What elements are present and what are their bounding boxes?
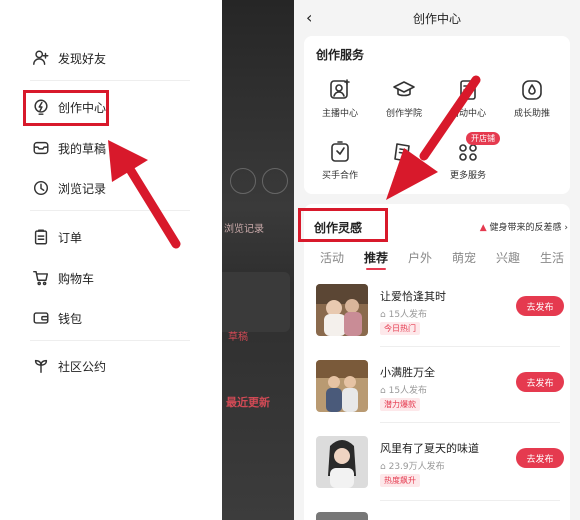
post-thumbnail bbox=[316, 512, 368, 520]
event-icon bbox=[456, 78, 480, 102]
services-heading: 创作服务 bbox=[316, 48, 365, 62]
menu-label: 我的草稿 bbox=[58, 141, 107, 156]
publish-button[interactable]: 去发布 bbox=[516, 372, 564, 392]
droplet-icon bbox=[520, 78, 544, 102]
list-item[interactable]: 让爱恰逢其时 ⌂ 15人发布 今日热门 去发布 bbox=[304, 284, 570, 350]
post-count: ⌂ 15人发布 bbox=[380, 386, 428, 396]
menu-label: 发现好友 bbox=[58, 51, 107, 66]
post-thumbnail bbox=[316, 436, 368, 488]
active-tab-indicator bbox=[366, 268, 386, 270]
divider bbox=[380, 422, 560, 423]
list-item[interactable]: 风里有了夏天的味道 ⌂ 23.9万人发布 热度飙升 去发布 bbox=[304, 436, 570, 502]
cart-icon bbox=[30, 267, 52, 289]
tab-outdoor[interactable]: 户外 bbox=[408, 249, 432, 266]
service-more[interactable]: 更多服务 bbox=[436, 140, 500, 181]
menu-label: 订单 bbox=[58, 230, 83, 245]
faded-text: 草稿 bbox=[228, 332, 248, 343]
graduation-cap-icon bbox=[392, 78, 416, 102]
menu-item-wallet[interactable]: 钱包 bbox=[30, 306, 82, 330]
wallet-icon bbox=[30, 307, 52, 329]
faded-text: 最近更新 bbox=[226, 396, 270, 409]
service-promotion[interactable]: 推广 bbox=[372, 140, 436, 181]
menu-label: 社区公约 bbox=[58, 359, 107, 374]
faded-text: 浏览记录 bbox=[224, 224, 264, 235]
tab-interests[interactable]: 兴趣 bbox=[496, 249, 520, 266]
clock-icon bbox=[30, 177, 52, 199]
publish-icon: ⌂ bbox=[380, 462, 386, 472]
post-tag: 今日热门 bbox=[380, 322, 420, 335]
service-creator-academy[interactable]: 创作学院 bbox=[372, 78, 436, 119]
background-feed: 浏览记录 草稿 最近更新 bbox=[222, 0, 294, 520]
tab-pets[interactable]: 萌宠 bbox=[452, 249, 476, 266]
creator-center-page: ‹ 创作中心 创作服务 主播中心 创作学院 活动中心 成长助推 买手合作 推广 bbox=[294, 0, 580, 520]
promo-icon bbox=[392, 140, 416, 164]
service-buyer-cooperation[interactable]: 买手合作 bbox=[308, 140, 372, 181]
divider bbox=[30, 340, 190, 341]
post-title: 让爱恰逢其时 bbox=[380, 290, 446, 303]
menu-item-history[interactable]: 浏览记录 bbox=[30, 176, 106, 200]
divider bbox=[380, 346, 560, 347]
post-title: 小满胜万全 bbox=[380, 366, 435, 379]
menu-label: 浏览记录 bbox=[58, 181, 107, 196]
tab-activity[interactable]: 活动 bbox=[320, 249, 344, 266]
publish-button[interactable]: 去发布 bbox=[516, 296, 564, 316]
side-menu: 发现好友 创作中心 我的草稿 浏览记录 订单 购物车 钱包 社区公约 bbox=[0, 0, 222, 520]
draft-box-icon bbox=[30, 137, 52, 159]
post-thumbnail bbox=[316, 360, 368, 412]
handshake-icon bbox=[328, 140, 352, 164]
post-count: ⌂ 23.9万人发布 bbox=[380, 462, 445, 472]
faded-card bbox=[222, 272, 290, 332]
inspiration-topic-link[interactable]: ▲ 健身带来的反差感 › bbox=[480, 220, 568, 233]
service-event-center[interactable]: 活动中心 bbox=[436, 78, 500, 119]
post-tag: 潜力爆款 bbox=[380, 398, 420, 411]
open-shop-badge: 开店铺 bbox=[466, 132, 500, 145]
clipboard-icon bbox=[30, 226, 52, 248]
post-title: 风里有了夏天的味道 bbox=[380, 442, 479, 455]
add-user-icon bbox=[30, 47, 52, 69]
chevron-right-icon: › bbox=[564, 223, 568, 233]
tab-life[interactable]: 生活 bbox=[540, 249, 564, 266]
service-anchor-center[interactable]: 主播中心 bbox=[308, 78, 372, 119]
post-count: ⌂ 15人发布 bbox=[380, 310, 428, 320]
service-growth-boost[interactable]: 成长助推 bbox=[500, 78, 564, 119]
camera-icon bbox=[262, 168, 288, 194]
post-thumbnail bbox=[316, 284, 368, 336]
services-card: 创作服务 主播中心 创作学院 活动中心 成长助推 买手合作 推广 更多服务 开店… bbox=[304, 36, 570, 194]
highlight-box-inspiration bbox=[298, 208, 388, 242]
flame-icon: ▲ bbox=[479, 223, 487, 233]
background-image bbox=[222, 0, 294, 520]
circle-icon bbox=[230, 168, 256, 194]
anchor-icon bbox=[328, 78, 352, 102]
menu-label: 钱包 bbox=[58, 311, 83, 326]
post-tag: 热度飙升 bbox=[380, 474, 420, 487]
menu-item-find-friends[interactable]: 发现好友 bbox=[30, 46, 106, 70]
page-title: 创作中心 bbox=[412, 12, 461, 26]
top-bar: ‹ 创作中心 bbox=[294, 0, 580, 34]
menu-item-drafts[interactable]: 我的草稿 bbox=[30, 136, 106, 160]
divider bbox=[30, 80, 190, 81]
publish-button[interactable]: 去发布 bbox=[516, 448, 564, 468]
sprout-icon bbox=[30, 355, 52, 377]
publish-icon: ⌂ bbox=[380, 310, 386, 320]
menu-item-orders[interactable]: 订单 bbox=[30, 225, 82, 249]
divider bbox=[30, 210, 190, 211]
menu-label: 购物车 bbox=[58, 271, 95, 286]
publish-icon: ⌂ bbox=[380, 386, 386, 396]
divider bbox=[380, 500, 560, 501]
highlight-box-creator-center bbox=[23, 90, 109, 126]
tab-recommended[interactable]: 推荐 bbox=[364, 249, 388, 266]
menu-item-cart[interactable]: 购物车 bbox=[30, 266, 94, 290]
list-item[interactable]: 小满胜万全 ⌂ 15人发布 潜力爆款 去发布 bbox=[304, 360, 570, 426]
menu-item-community-rules[interactable]: 社区公约 bbox=[30, 354, 106, 378]
